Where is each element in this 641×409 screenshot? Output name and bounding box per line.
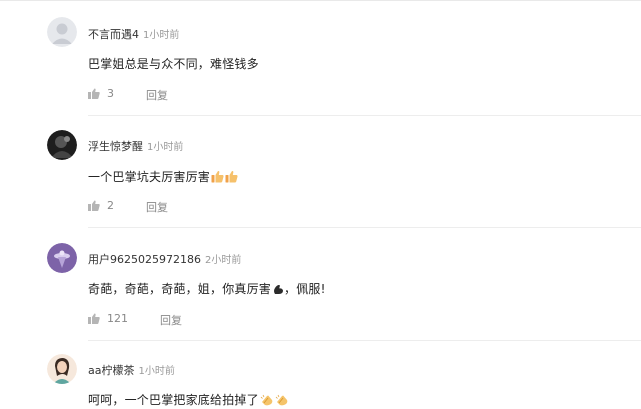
comment-text: 呵呵，一个巴掌把家底给拍掉了 xyxy=(88,391,289,409)
username[interactable]: 用户9625025972186 xyxy=(88,253,201,266)
comment-body-tail: ，佩服! xyxy=(284,282,326,296)
comment-divider xyxy=(88,340,641,341)
timestamp: 1小时前 xyxy=(143,30,180,41)
like-button[interactable]: 3 xyxy=(88,87,114,100)
avatar[interactable] xyxy=(47,17,77,47)
like-button[interactable]: 2 xyxy=(88,199,114,212)
avatar[interactable] xyxy=(47,130,77,160)
thumbs-up-icon xyxy=(88,313,100,324)
thumbs-up-icon xyxy=(211,170,224,186)
comment-author[interactable]: aa柠檬茶 1小时前 xyxy=(88,362,175,378)
comment-body: 呵呵，一个巴掌把家底给拍掉了 xyxy=(88,393,259,407)
top-divider xyxy=(0,0,641,1)
like-count: 2 xyxy=(107,199,114,212)
username[interactable]: 不言而遇4 xyxy=(88,28,139,41)
comment-divider xyxy=(88,115,641,116)
comment-actions: 121 回复 xyxy=(88,312,182,327)
comment-text: 奇葩，奇葩，奇葩，姐，你真厉害 ，佩服! xyxy=(88,280,326,298)
comment-author[interactable]: 用户9625025972186 2小时前 xyxy=(88,251,241,267)
clap-icon xyxy=(260,394,274,409)
comment-body: 一个巴掌坑夫厉害厉害 xyxy=(88,170,211,184)
comment-divider xyxy=(88,227,641,228)
avatar[interactable] xyxy=(47,243,77,273)
timestamp: 1小时前 xyxy=(147,142,184,153)
comment-actions: 2 回复 xyxy=(88,199,168,214)
username[interactable]: 浮生惊梦醒 xyxy=(88,140,143,153)
comment-actions: 3 回复 xyxy=(88,87,168,102)
reply-button[interactable]: 回复 xyxy=(146,87,168,103)
muscle-icon xyxy=(272,283,284,298)
comment-body: 奇葩，奇葩，奇葩，姐，你真厉害 xyxy=(88,282,272,296)
timestamp: 1小时前 xyxy=(138,366,175,377)
thumbs-up-icon xyxy=(88,88,100,99)
comment-author[interactable]: 浮生惊梦醒 1小时前 xyxy=(88,138,183,154)
avatar[interactable] xyxy=(47,354,77,384)
like-button[interactable]: 121 xyxy=(88,312,128,325)
like-count: 121 xyxy=(107,312,128,325)
username[interactable]: aa柠檬茶 xyxy=(88,364,134,377)
reply-button[interactable]: 回复 xyxy=(146,199,168,215)
like-count: 3 xyxy=(107,87,114,100)
comment-author[interactable]: 不言而遇4 1小时前 xyxy=(88,26,179,42)
clap-icon xyxy=(275,394,289,409)
comment-text: 巴掌姐总是与众不同，难怪钱多 xyxy=(88,55,259,72)
thumbs-up-icon xyxy=(88,200,100,211)
comment-body: 巴掌姐总是与众不同，难怪钱多 xyxy=(88,57,259,71)
thumbs-up-icon xyxy=(225,170,238,186)
reply-button[interactable]: 回复 xyxy=(160,312,182,328)
timestamp: 2小时前 xyxy=(204,255,242,266)
comment-text: 一个巴掌坑夫厉害厉害 xyxy=(88,168,238,186)
